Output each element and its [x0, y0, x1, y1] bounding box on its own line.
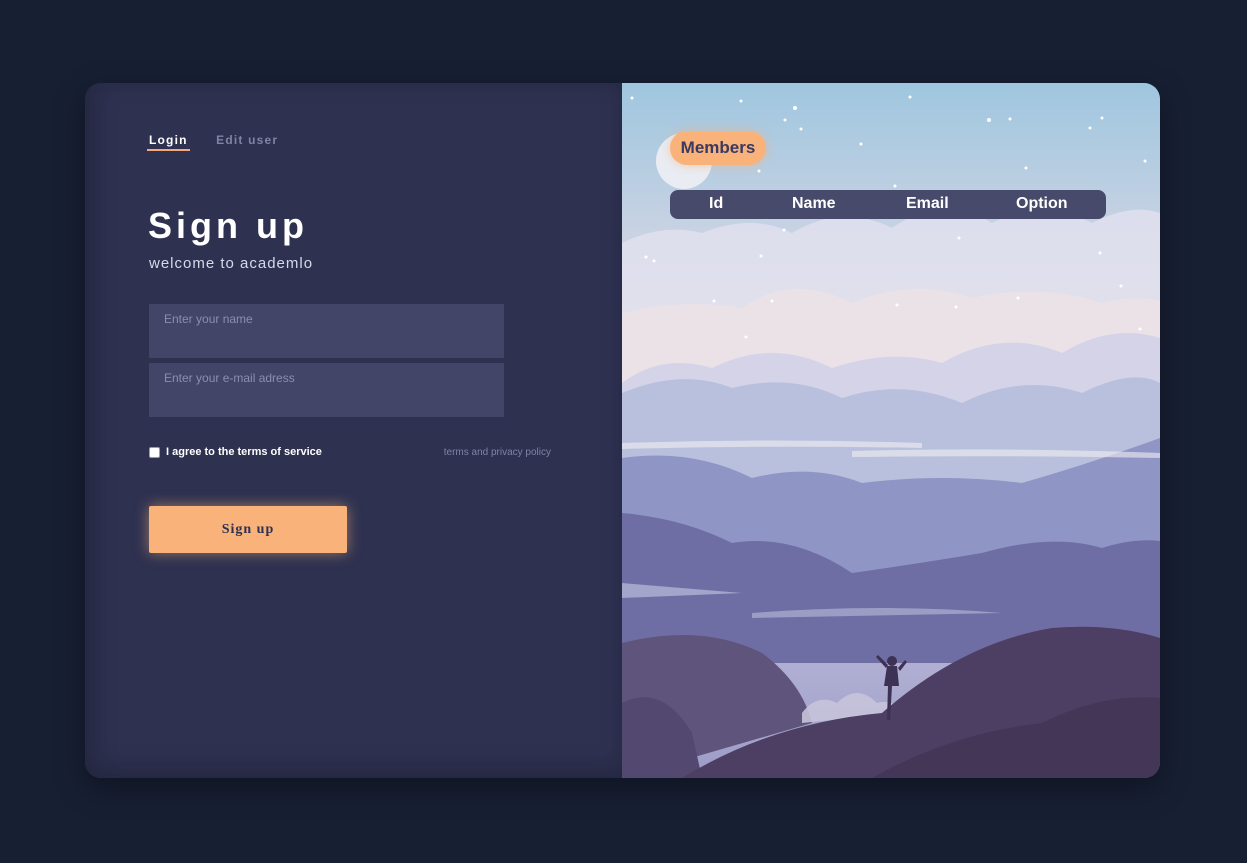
page-title: Sign up [148, 205, 308, 246]
tab-edit-user[interactable]: Edit user [216, 133, 278, 147]
members-table-header: Id Name Email Option [670, 190, 1106, 219]
column-header-id: Id [709, 195, 724, 212]
name-input[interactable]: Enter your name [149, 304, 504, 358]
email-input-placeholder: Enter your e-mail adress [164, 371, 295, 385]
form-panel: Login Edit user Sign up welcome to acade… [85, 83, 622, 778]
signup-button[interactable]: Sign up [149, 506, 347, 553]
name-input-placeholder: Enter your name [164, 312, 253, 326]
members-panel: Members Id Name Email Option [622, 83, 1160, 778]
terms-label: I agree to the terms of service [166, 446, 322, 458]
signup-card: Login Edit user Sign up welcome to acade… [85, 83, 1160, 778]
column-header-name: Name [792, 195, 836, 212]
tab-login[interactable]: Login [147, 133, 190, 151]
column-header-option: Option [1016, 195, 1068, 212]
nav-tabs: Login Edit user [147, 131, 300, 151]
terms-checkbox[interactable] [149, 447, 160, 458]
column-header-email: Email [906, 195, 949, 212]
mountain-landscape-image [622, 83, 1160, 778]
terms-privacy-link[interactable]: terms and privacy policy [444, 447, 551, 458]
members-button[interactable]: Members [670, 131, 766, 165]
page-subtitle: welcome to academlo [149, 255, 314, 272]
email-input[interactable]: Enter your e-mail adress [149, 363, 504, 417]
terms-row: I agree to the terms of service terms an… [149, 446, 551, 460]
